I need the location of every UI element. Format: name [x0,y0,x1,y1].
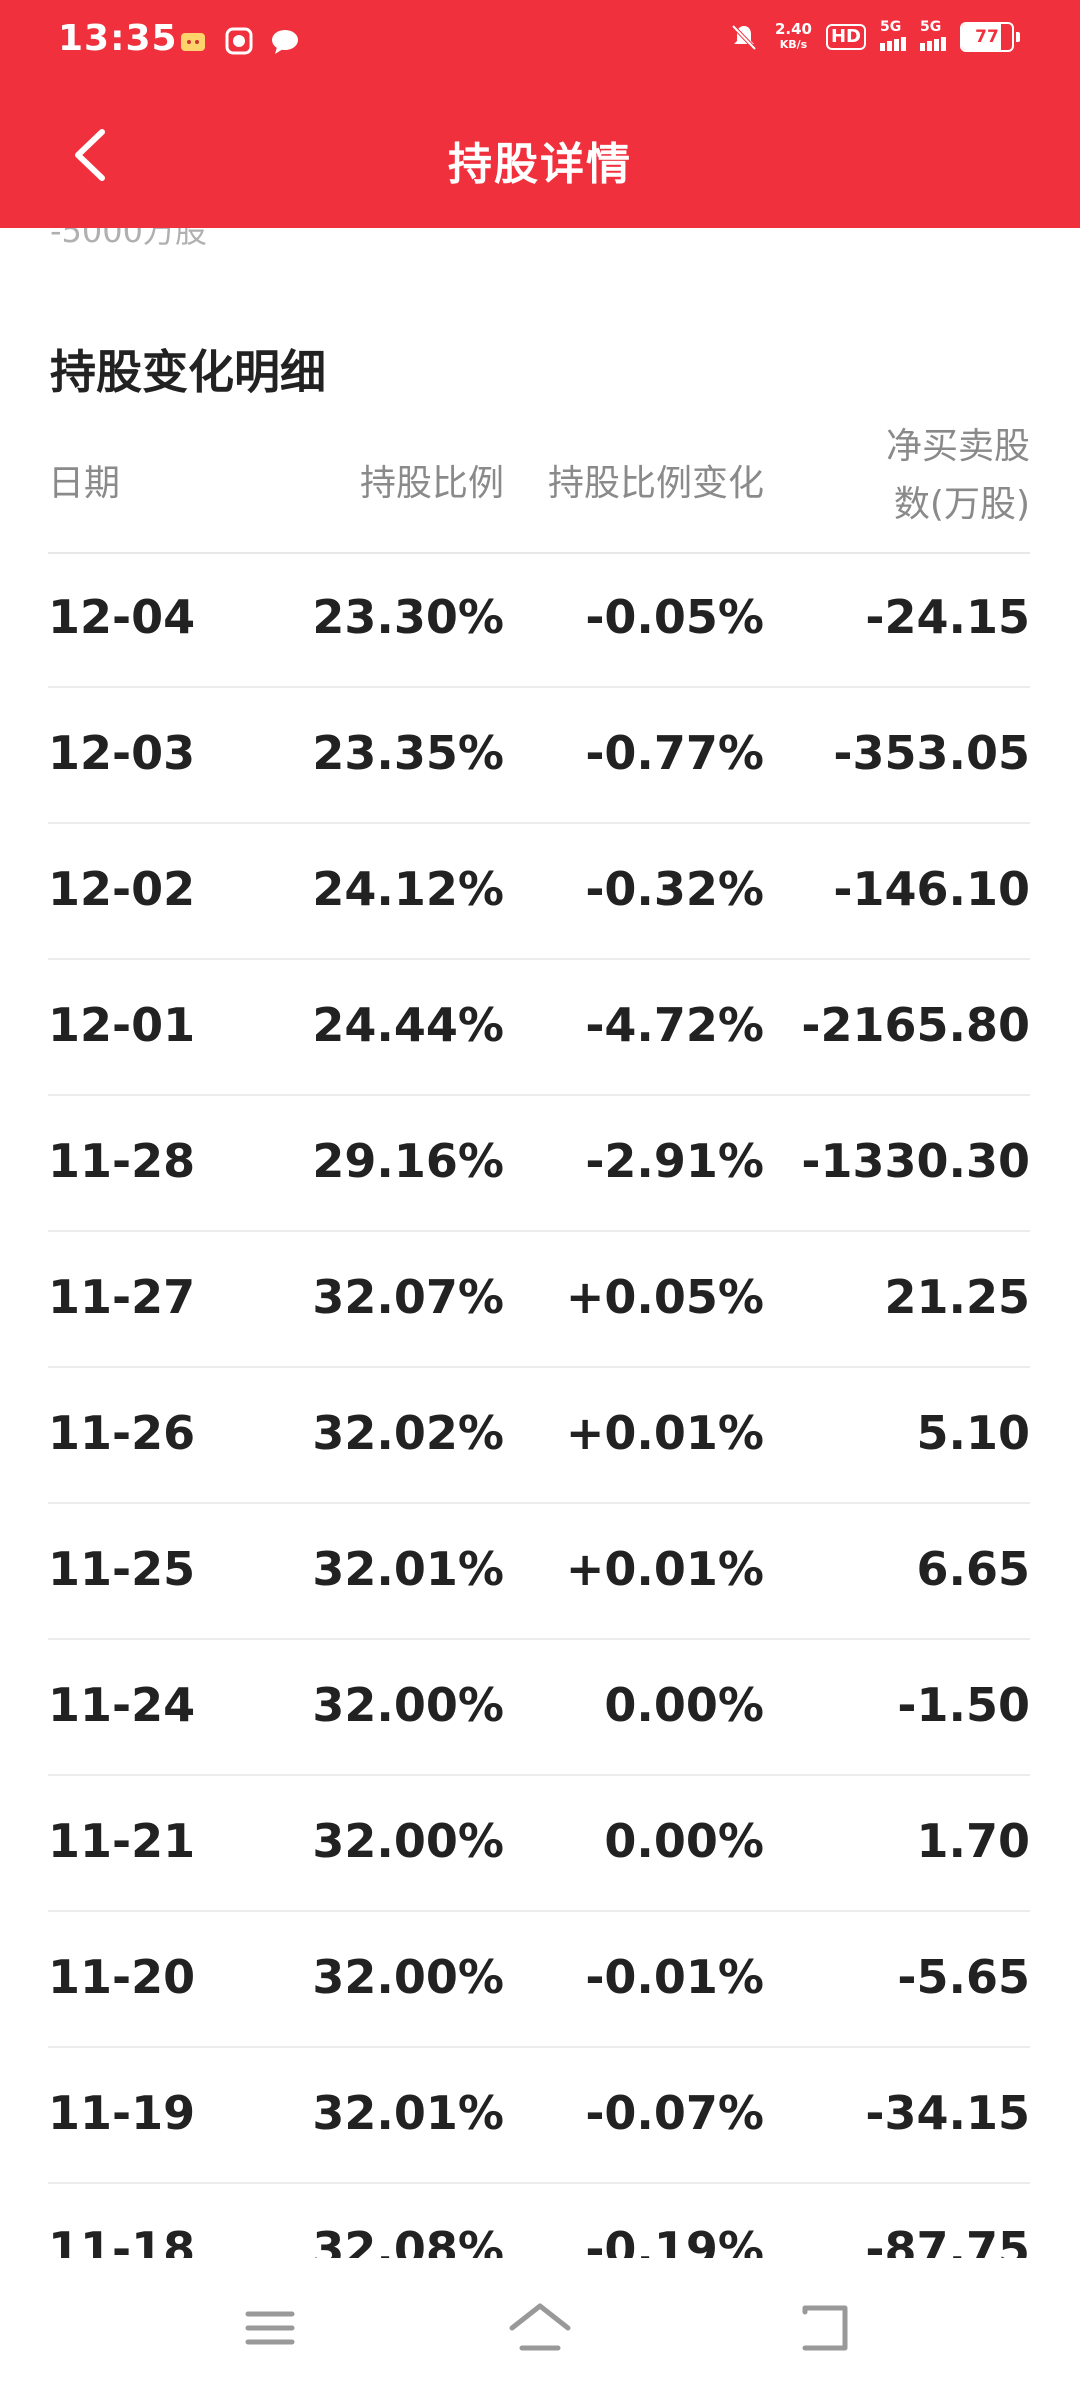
cell-net: -1.50 [897,1678,1030,1732]
cell-ratio: 32.07% [312,1270,504,1324]
status-time: 13:35 [58,18,178,59]
table-row: 11-20 32.00% -0.01% -5.65 [48,1912,1030,2048]
cell-net: -24.15 [865,590,1030,644]
header-ratio: 持股比例 [359,463,504,504]
cell-change: -0.32% [585,862,764,916]
cell-date: 12-01 [48,998,196,1052]
cell-date: 11-28 [48,1134,196,1188]
cell-net: -2165.80 [801,998,1030,1052]
app-notification-icon [176,24,210,58]
cell-change: -4.72% [585,998,764,1052]
cell-date: 11-25 [48,1542,196,1596]
table-header: 日期 持股比例 持股比例变化 净买卖股 数(万股) [48,414,1030,554]
cell-ratio: 32.01% [312,1542,504,1596]
cell-change: 0.00% [604,1814,764,1868]
cell-ratio: 32.01% [312,2086,504,2140]
cell-date: 11-19 [48,2086,196,2140]
table-row: 12-04 23.30% -0.05% -24.15 [48,552,1030,688]
header-date: 日期 [48,463,121,504]
battery-icon: 77 [960,22,1014,52]
cell-date: 11-20 [48,1950,196,2004]
cell-net: -34.15 [865,2086,1030,2140]
table-row: 11-28 29.16% -2.91% -1330.30 [48,1096,1030,1232]
cell-date: 11-24 [48,1678,196,1732]
table-row: 11-25 32.01% +0.01% 6.65 [48,1504,1030,1640]
cell-net: -5.65 [897,1950,1030,2004]
header-change: 持股比例变化 [547,463,764,504]
status-bar: 13:35 2.40 KB/s HD 5G 5G 77 [0,0,1080,86]
cell-net: 1.70 [916,1814,1031,1868]
cell-date: 12-02 [48,862,196,916]
battery-tip [1016,32,1020,42]
cell-change: -0.07% [585,2086,764,2140]
cell-date: 12-04 [48,590,196,644]
cell-change: 0.00% [604,1678,764,1732]
table-row: 12-02 24.12% -0.32% -146.10 [48,824,1030,960]
cell-net: 21.25 [884,1270,1030,1324]
cell-net: -146.10 [833,862,1030,916]
cell-change: +0.01% [565,1542,764,1596]
section-title: 持股变化明细 [50,345,326,399]
net-speed: 2.40 KB/s [774,20,812,51]
cell-date: 11-21 [48,1814,196,1868]
cell-change: +0.01% [565,1406,764,1460]
menu-icon [245,2311,295,2345]
content[interactable]: -5000万股 持股变化明细 日期 持股比例 持股比例变化 净买卖股 数(万股)… [0,228,1080,2258]
mute-icon [727,20,761,54]
table-row: 11-19 32.01% -0.07% -34.15 [48,2048,1030,2184]
cell-date: 11-18 [48,2222,196,2258]
nav-bar: 持股详情 [0,86,1080,228]
cell-ratio: 32.00% [312,1950,504,2004]
cell-change: -0.01% [585,1950,764,2004]
cell-change: +0.05% [565,1270,764,1324]
home-button[interactable] [500,2298,580,2358]
table-body: 12-04 23.30% -0.05% -24.15 12-03 23.35% -0.77%… [48,552,1030,2258]
page-title: 持股详情 [448,139,632,190]
cell-net: -353.05 [833,726,1030,780]
status-right: 2.40 KB/s HD 5G 5G 77 [727,19,1020,54]
system-nav-bar [0,2258,1080,2408]
cell-ratio: 24.44% [312,998,504,1052]
camera-notification-icon [222,24,256,58]
cell-change: -2.91% [585,1134,764,1188]
cell-ratio: 23.30% [312,590,504,644]
home-icon [509,2303,571,2351]
table-row: 11-18 32.08% -0.19% -87.75 [48,2184,1030,2258]
app-header: 13:35 2.40 KB/s HD 5G 5G 77 持股详情 [0,0,1080,228]
cell-net: -1330.30 [801,1134,1030,1188]
cell-ratio: 29.16% [312,1134,504,1188]
back-nav-icon [802,2305,848,2351]
table-row: 11-26 32.02% +0.01% 5.10 [48,1368,1030,1504]
cell-change: -0.77% [585,726,764,780]
header-net: 净买卖股 数(万股) [885,426,1030,525]
cell-change: -0.05% [585,590,764,644]
message-notification-icon [268,24,302,58]
cell-ratio: 32.00% [312,1814,504,1868]
cell-date: 11-27 [48,1270,196,1324]
cell-net: -87.75 [865,2222,1030,2258]
table-row: 11-21 32.00% 0.00% 1.70 [48,1776,1030,1912]
cell-ratio: 24.12% [312,862,504,916]
partial-text: -5000万股 [50,228,207,250]
cell-net: 6.65 [916,1542,1031,1596]
cell-ratio: 32.02% [312,1406,504,1460]
cell-net: 5.10 [916,1406,1031,1460]
back-nav-button[interactable] [785,2298,865,2358]
table-row: 12-03 23.35% -0.77% -353.05 [48,688,1030,824]
signal-icon: 5G [880,19,906,51]
cell-change: -0.19% [585,2222,764,2258]
cell-ratio: 23.35% [312,726,504,780]
table-row: 12-01 24.44% -4.72% -2165.80 [48,960,1030,1096]
cell-date: 12-03 [48,726,196,780]
table-row: 11-24 32.00% 0.00% -1.50 [48,1640,1030,1776]
hd-badge: HD [825,24,866,50]
cell-ratio: 32.00% [312,1678,504,1732]
table-row: 11-27 32.07% +0.05% 21.25 [48,1232,1030,1368]
cell-date: 11-26 [48,1406,196,1460]
menu-button[interactable] [230,2298,310,2358]
notification-icons [176,24,302,58]
signal-icon-2: 5G [920,19,946,51]
cell-ratio: 32.08% [312,2222,504,2258]
